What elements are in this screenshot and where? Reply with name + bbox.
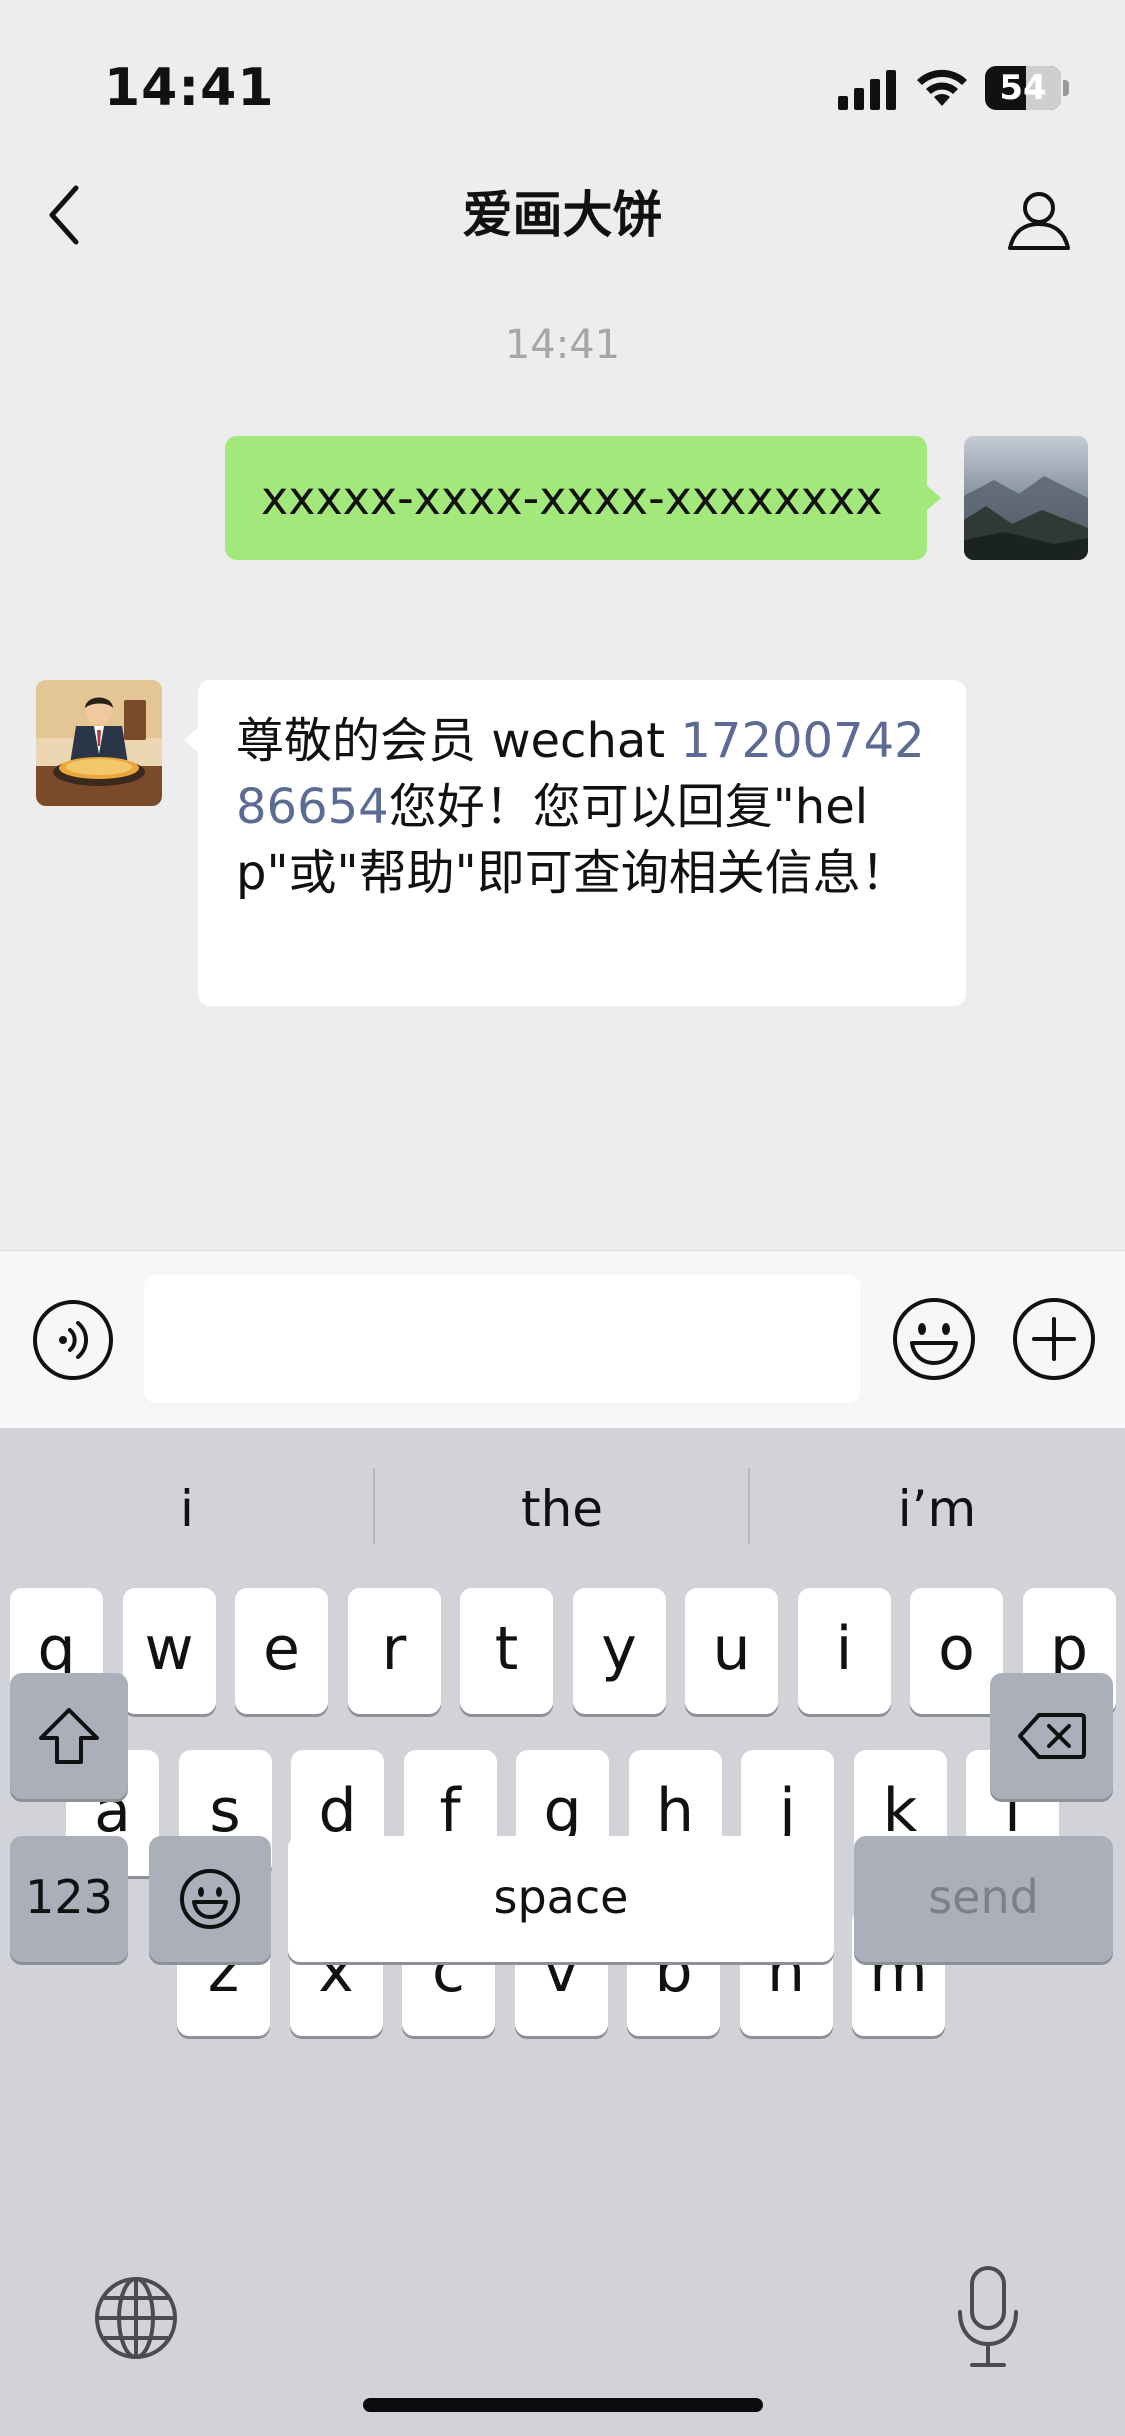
shift-icon — [39, 1708, 99, 1764]
key-w[interactable]: w — [122, 1588, 216, 1714]
home-indicator — [363, 2398, 763, 2412]
received-message-text: 尊敬的会员 wechat 1720074286654您好！您可以回复"help"… — [236, 708, 930, 906]
wifi-icon — [917, 69, 967, 106]
key-e[interactable]: e — [235, 1588, 328, 1714]
delete-icon — [1017, 1713, 1086, 1759]
sent-message-text: xxxxx-xxxx-xxxx-xxxxxxxx — [261, 471, 883, 525]
numbers-key[interactable]: 123 — [10, 1836, 128, 1962]
chat-header: 爱画大饼 — [0, 150, 1125, 280]
voice-icon[interactable] — [32, 1299, 114, 1381]
key-i[interactable]: i — [797, 1588, 891, 1714]
message-timestamp: 14:41 — [504, 322, 621, 368]
emoji-key[interactable] — [149, 1836, 271, 1962]
profile-icon[interactable] — [1006, 186, 1072, 252]
send-key[interactable]: send — [854, 1836, 1113, 1962]
emoji-icon[interactable] — [892, 1297, 976, 1381]
received-message-intro: 尊敬的会员 wechat — [236, 713, 681, 769]
mic-icon[interactable] — [952, 2264, 1024, 2370]
key-t[interactable]: t — [460, 1588, 553, 1714]
contact-avatar[interactable] — [36, 680, 162, 806]
key-y[interactable]: y — [572, 1588, 666, 1714]
space-key[interactable]: space — [288, 1836, 834, 1962]
chat-title: 爱画大饼 — [462, 186, 663, 244]
suggestion-1[interactable]: i — [0, 1464, 374, 1554]
signal-icon — [838, 70, 896, 110]
suggestion-2[interactable]: the — [375, 1464, 749, 1554]
emoji-icon — [180, 1869, 240, 1929]
suggestion-3[interactable]: i’m — [750, 1464, 1124, 1554]
sent-message-bubble[interactable]: xxxxx-xxxx-xxxx-xxxxxxxx — [225, 436, 941, 560]
plus-icon[interactable] — [1012, 1297, 1096, 1381]
received-message-bubble[interactable]: 尊敬的会员 wechat 1720074286654您好！您可以回复"help"… — [184, 680, 966, 1006]
battery-icon: 54 — [985, 66, 1069, 110]
key-u[interactable]: u — [685, 1588, 778, 1714]
input-bar — [0, 1250, 1125, 1428]
my-avatar[interactable] — [964, 436, 1088, 560]
key-r[interactable]: r — [347, 1588, 441, 1714]
delete-key[interactable] — [990, 1673, 1113, 1799]
status-time: 14:41 — [104, 58, 275, 118]
back-icon[interactable] — [42, 182, 92, 248]
keyboard: i the i’m qwertyuiop asdfghjkl zxcvbnm 1… — [0, 1428, 1125, 2436]
message-input[interactable] — [144, 1275, 860, 1403]
battery-percent: 54 — [999, 68, 1047, 108]
shift-key[interactable] — [10, 1673, 128, 1799]
wechat-chat-screen: 14:41 54 爱画大饼 14:41 xxxxx-xxxx-xxxx-xxxx… — [0, 0, 1125, 2436]
globe-icon[interactable] — [92, 2274, 180, 2362]
status-bar: 14:41 54 — [0, 0, 1125, 150]
